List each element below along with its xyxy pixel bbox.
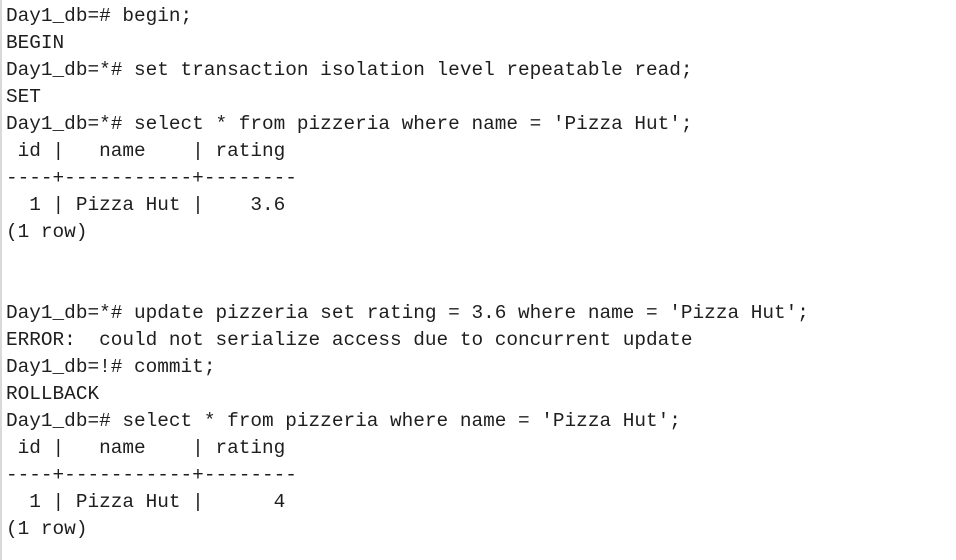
table-separator-2: ----+-----------+-------- [6,464,297,486]
table-header-1: id | name | rating [6,140,286,162]
terminal-line-prompt-update: Day1_db=*# update pizzeria set rating = … [6,302,809,324]
terminal-line-output-set: SET [6,86,41,108]
terminal-line-output-rollback: ROLLBACK [6,383,100,405]
terminal-output[interactable]: Day1_db=# begin; BEGIN Day1_db=*# set tr… [0,0,956,560]
row-count-2: (1 row) [6,518,88,540]
terminal-line-output-begin: BEGIN [6,32,65,54]
terminal-line-prompt-select-2: Day1_db=# select * from pizzeria where n… [6,410,681,432]
terminal-line-prompt-set: Day1_db=*# set transaction isolation lev… [6,59,693,81]
table-header-2: id | name | rating [6,437,286,459]
table-row-1: 1 | Pizza Hut | 3.6 [6,194,286,216]
table-separator-1: ----+-----------+-------- [6,167,297,189]
terminal-line-prompt-begin: Day1_db=# begin; [6,5,193,27]
table-row-2: 1 | Pizza Hut | 4 [6,491,286,513]
row-count-1: (1 row) [6,221,88,243]
terminal-line-prompt-select-1: Day1_db=*# select * from pizzeria where … [6,113,693,135]
terminal-line-error: ERROR: could not serialize access due to… [6,329,693,351]
terminal-line-prompt-commit: Day1_db=!# commit; [6,356,216,378]
